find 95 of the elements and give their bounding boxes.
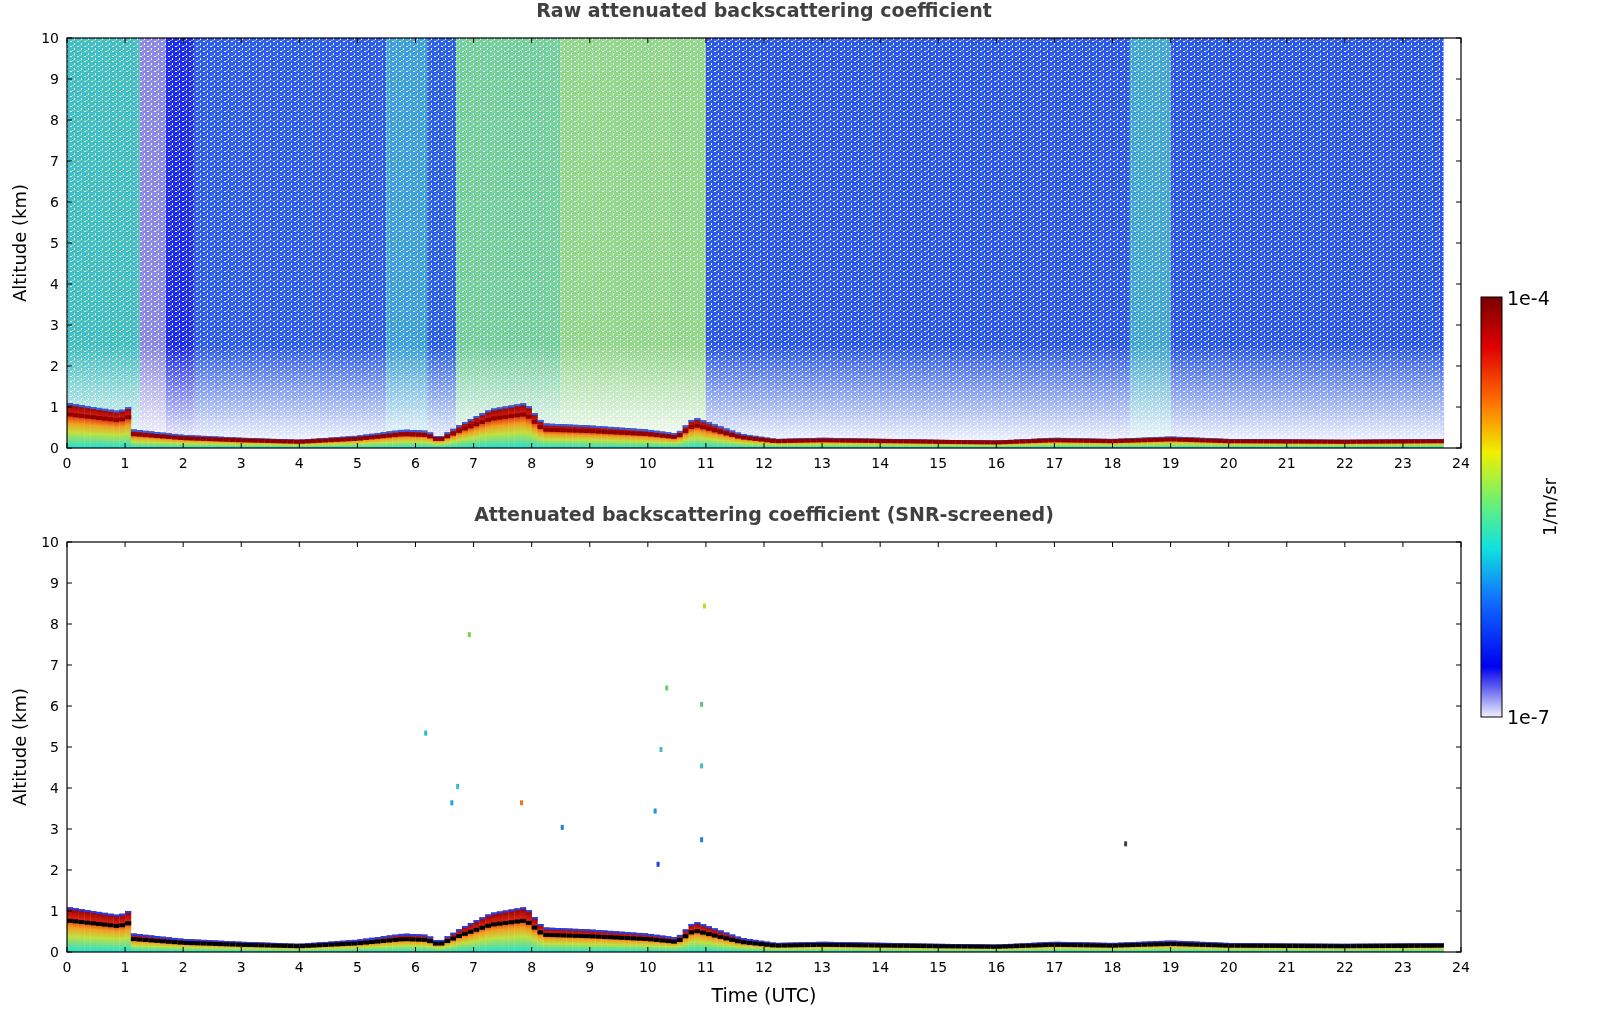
signal-speck (665, 685, 669, 691)
y-tick-label: 10 (41, 534, 59, 550)
x-tick-label: 17 (1045, 455, 1064, 471)
x-tick-label: 11 (697, 959, 715, 975)
x-tick-label: 22 (1335, 455, 1354, 471)
signal-speck (456, 783, 460, 789)
x-tick-label: 19 (1161, 959, 1180, 975)
colorbar-max-label: 1e-4 (1507, 287, 1550, 309)
x-tick-label: 13 (813, 455, 831, 471)
signal-speck (450, 800, 454, 806)
x-tick-label: 7 (469, 959, 479, 975)
y-tick-label: 8 (50, 616, 59, 632)
x-tick-label: 2 (178, 959, 188, 975)
x-tick-label: 3 (236, 959, 246, 975)
x-tick-label: 11 (697, 455, 715, 471)
x-tick-label: 8 (527, 455, 537, 471)
y-tick-label: 1 (50, 903, 59, 919)
y-tick-label: 1 (50, 399, 59, 415)
x-tick-label: 5 (352, 959, 362, 975)
y-axis-label: Altitude (km) (9, 183, 30, 303)
y-tick-label: 7 (50, 153, 59, 169)
signal-speck (700, 701, 704, 707)
x-tick-label: 2 (178, 455, 188, 471)
colorbar-label: 1/m/sr (1539, 478, 1560, 536)
x-tick-label: 7 (469, 455, 479, 471)
x-tick-label: 24 (1452, 959, 1470, 975)
x-tick-label: 21 (1277, 959, 1296, 975)
x-axis-label: Time (UTC) (711, 984, 817, 1006)
x-tick-label: 23 (1394, 959, 1412, 975)
x-tick-label: 4 (294, 455, 304, 471)
y-tick-label: 3 (50, 821, 59, 837)
x-tick-label: 6 (411, 959, 420, 975)
x-tick-label: 18 (1103, 959, 1122, 975)
signal-speck (700, 763, 704, 769)
signal-speck (653, 808, 657, 814)
x-tick-label: 3 (236, 455, 246, 471)
signal-speck (703, 603, 706, 609)
x-tick-label: 14 (871, 455, 890, 471)
signal-speck (659, 747, 663, 752)
x-tick-label: 24 (1452, 455, 1470, 471)
x-tick-label: 20 (1219, 455, 1238, 471)
x-tick-label: 10 (638, 455, 657, 471)
signal-speck (1124, 841, 1128, 847)
y-tick-label: 6 (50, 698, 59, 714)
x-tick-label: 15 (929, 455, 948, 471)
y-tick-label: 5 (50, 235, 59, 251)
x-tick-label: 0 (62, 959, 72, 975)
x-tick-label: 10 (638, 959, 657, 975)
y-tick-label: 7 (50, 657, 59, 673)
plot-title: Raw attenuated backscattering coefficient (536, 0, 992, 22)
x-tick-label: 23 (1394, 455, 1412, 471)
x-tick-label: 4 (294, 959, 304, 975)
y-tick-label: 10 (41, 30, 59, 46)
y-tick-label: 0 (50, 440, 59, 456)
signal-speck (424, 730, 428, 736)
x-tick-label: 13 (813, 959, 831, 975)
y-tick-label: 8 (50, 112, 59, 128)
x-tick-label: 12 (755, 959, 773, 975)
y-tick-label: 3 (50, 317, 59, 333)
x-tick-label: 9 (585, 455, 595, 471)
x-tick-label: 12 (755, 455, 773, 471)
plot-title: Attenuated backscattering coefficient (SNR-screened) (474, 502, 1054, 526)
x-tick-label: 9 (585, 959, 595, 975)
y-tick-label: 2 (50, 862, 59, 878)
y-tick-label: 0 (50, 944, 59, 960)
y-tick-label: 9 (50, 575, 59, 591)
x-tick-label: 20 (1219, 959, 1238, 975)
y-tick-label: 4 (50, 276, 59, 292)
x-tick-label: 14 (871, 959, 890, 975)
x-tick-label: 22 (1335, 959, 1354, 975)
y-tick-label: 2 (50, 358, 59, 374)
colorbar-min-label: 1e-7 (1507, 706, 1550, 728)
x-tick-label: 16 (987, 455, 1006, 471)
x-tick-label: 18 (1103, 455, 1122, 471)
y-tick-label: 6 (50, 194, 59, 210)
signal-speck (700, 837, 704, 843)
y-tick-label: 9 (50, 71, 59, 87)
x-tick-label: 0 (62, 455, 72, 471)
signal-speck (656, 861, 660, 867)
x-tick-label: 15 (929, 959, 948, 975)
x-tick-label: 17 (1045, 959, 1064, 975)
y-tick-label: 4 (50, 780, 59, 796)
y-tick-label: 5 (50, 739, 59, 755)
x-tick-label: 19 (1161, 455, 1180, 471)
x-tick-label: 1 (120, 455, 130, 471)
signal-speck (560, 824, 564, 830)
x-tick-label: 6 (411, 455, 420, 471)
x-tick-label: 16 (987, 959, 1006, 975)
signal-speck (520, 800, 524, 806)
signal-speck (467, 632, 471, 638)
x-tick-label: 5 (352, 455, 362, 471)
x-tick-label: 21 (1277, 455, 1296, 471)
y-axis-label: Altitude (km) (9, 687, 30, 807)
x-tick-label: 1 (120, 959, 130, 975)
x-tick-label: 8 (527, 959, 537, 975)
